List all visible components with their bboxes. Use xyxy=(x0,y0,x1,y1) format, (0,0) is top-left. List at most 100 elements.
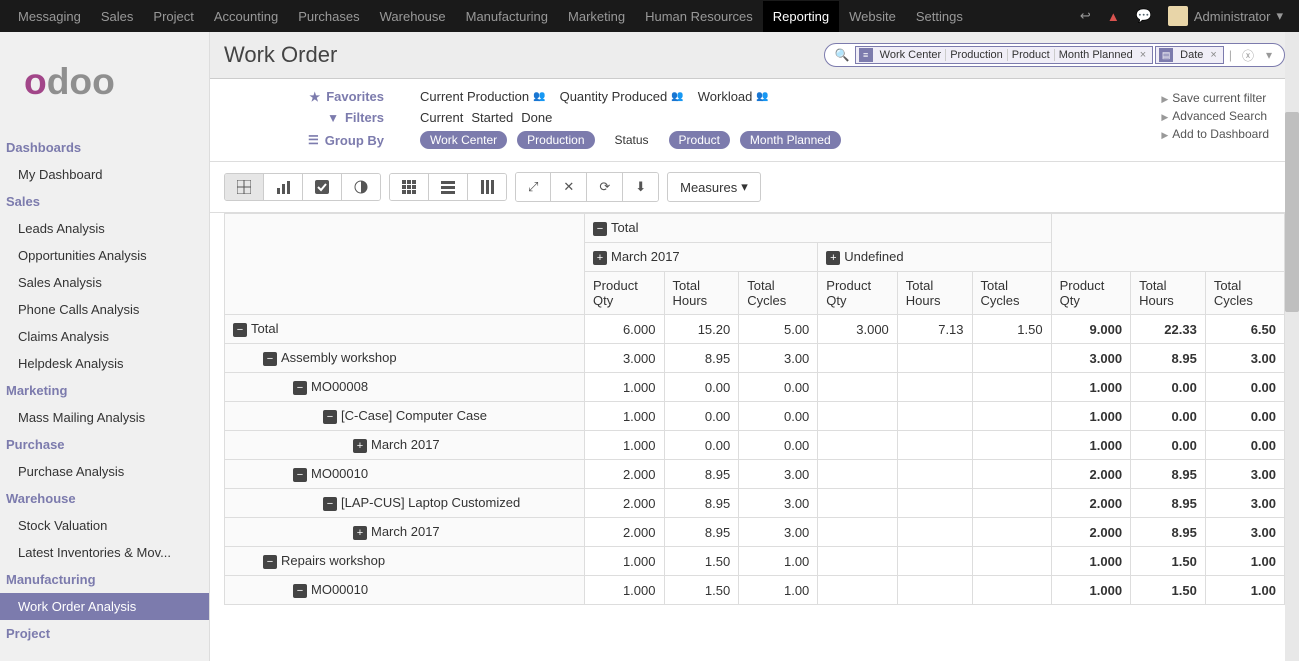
download-button[interactable]: ⬇ xyxy=(623,173,658,201)
sidebar-item[interactable]: Opportunities Analysis xyxy=(0,242,209,269)
top-menu-sales[interactable]: Sales xyxy=(91,1,144,32)
panel-action[interactable]: ▶Save current filter xyxy=(1161,89,1269,107)
sidebar-section-dashboards[interactable]: Dashboards xyxy=(0,134,209,161)
layout-grid-button[interactable] xyxy=(390,174,429,200)
collapse-icon[interactable]: − xyxy=(263,555,277,569)
col-header[interactable]: Total xyxy=(611,220,638,235)
groupby-chip[interactable]: Work Center xyxy=(420,131,507,149)
sidebar-section-purchase[interactable]: Purchase xyxy=(0,431,209,458)
top-menu-reporting[interactable]: Reporting xyxy=(763,1,839,32)
row-header[interactable]: −[LAP-CUS] Laptop Customized xyxy=(225,489,585,518)
collapse-icon[interactable]: − xyxy=(293,584,307,598)
row-header[interactable]: −MO00010 xyxy=(225,576,585,605)
metric-header[interactable]: Total Cycles xyxy=(1205,272,1284,315)
top-menu-warehouse[interactable]: Warehouse xyxy=(370,1,456,32)
remove-facet-icon[interactable]: × xyxy=(1207,49,1219,61)
collapse-icon[interactable]: − xyxy=(293,468,307,482)
search-more-icon[interactable]: ▾ xyxy=(1260,48,1278,62)
sidebar-section-manufacturing[interactable]: Manufacturing xyxy=(0,566,209,593)
groupby-chip[interactable]: Status xyxy=(605,131,659,149)
groupby-chip[interactable]: Month Planned xyxy=(740,131,841,149)
search-facet-filter[interactable]: ▤ Date × xyxy=(1155,46,1224,64)
chat-icon[interactable]: 💬 xyxy=(1128,8,1160,24)
collapse-icon[interactable]: − xyxy=(293,381,307,395)
metric-header[interactable]: Total Hours xyxy=(664,272,739,315)
remove-facet-icon[interactable]: × xyxy=(1137,49,1149,61)
top-menu-purchases[interactable]: Purchases xyxy=(288,1,369,32)
row-header[interactable]: −MO00010 xyxy=(225,460,585,489)
sidebar-item[interactable]: Claims Analysis xyxy=(0,323,209,350)
logout-icon[interactable]: ↩ xyxy=(1072,8,1099,24)
expand-button[interactable]: ⤢ xyxy=(516,173,551,201)
scrollbar-thumb[interactable] xyxy=(1285,112,1299,312)
collapse-icon[interactable]: − xyxy=(323,410,337,424)
layout-cols-button[interactable] xyxy=(468,174,506,200)
col-header[interactable]: Undefined xyxy=(844,249,903,264)
expand-icon[interactable]: + xyxy=(353,439,367,453)
sidebar-section-project[interactable]: Project xyxy=(0,620,209,647)
favorite-item[interactable]: Quantity Produced 👥 xyxy=(560,89,684,104)
top-menu-marketing[interactable]: Marketing xyxy=(558,1,635,32)
row-header[interactable]: +March 2017 xyxy=(225,518,585,547)
sidebar-item[interactable]: Mass Mailing Analysis xyxy=(0,404,209,431)
metric-header[interactable]: Product Qty xyxy=(585,272,665,315)
metric-header[interactable]: Total Hours xyxy=(897,272,972,315)
search-view[interactable]: 🔍 ≡ Work CenterProductionProductMonth Pl… xyxy=(824,43,1285,67)
top-menu-human-resources[interactable]: Human Resources xyxy=(635,1,763,32)
sidebar-section-marketing[interactable]: Marketing xyxy=(0,377,209,404)
sidebar-item[interactable]: My Dashboard xyxy=(0,161,209,188)
sidebar-item[interactable]: Helpdesk Analysis xyxy=(0,350,209,377)
refresh-button[interactable]: ⟳ xyxy=(587,173,623,201)
swap-button[interactable]: ✕ xyxy=(551,173,587,201)
filter-item[interactable]: Done xyxy=(521,110,552,125)
view-bar-button[interactable] xyxy=(264,174,303,200)
panel-action[interactable]: ▶Add to Dashboard xyxy=(1161,125,1269,143)
top-menu-project[interactable]: Project xyxy=(143,1,203,32)
sidebar-item[interactable]: Stock Valuation xyxy=(0,512,209,539)
top-menu-accounting[interactable]: Accounting xyxy=(204,1,288,32)
metric-header[interactable]: Product Qty xyxy=(1051,272,1131,315)
sidebar-item[interactable]: Sales Analysis xyxy=(0,269,209,296)
clear-search-icon[interactable]: ⓧ xyxy=(1236,47,1260,64)
expand-icon[interactable]: + xyxy=(353,526,367,540)
groupby-chip[interactable]: Product xyxy=(669,131,730,149)
row-header[interactable]: −Assembly workshop xyxy=(225,344,585,373)
collapse-icon[interactable]: − xyxy=(263,352,277,366)
metric-header[interactable]: Product Qty xyxy=(818,272,898,315)
layout-rows-button[interactable] xyxy=(429,174,468,200)
row-header[interactable]: −Repairs workshop xyxy=(225,547,585,576)
sidebar-item[interactable]: Leads Analysis xyxy=(0,215,209,242)
top-menu-website[interactable]: Website xyxy=(839,1,906,32)
metric-header[interactable]: Total Cycles xyxy=(972,272,1051,315)
user-menu[interactable]: Administrator ▾ xyxy=(1160,6,1291,26)
view-table-button[interactable] xyxy=(225,174,264,200)
sidebar-item[interactable]: Purchase Analysis xyxy=(0,458,209,485)
filter-item[interactable]: Current xyxy=(420,110,463,125)
favorite-item[interactable]: Current Production 👥 xyxy=(420,89,546,104)
sidebar-item[interactable]: Phone Calls Analysis xyxy=(0,296,209,323)
collapse-icon[interactable]: − xyxy=(593,222,607,236)
view-check-button[interactable] xyxy=(303,174,342,200)
row-header[interactable]: −[C-Case] Computer Case xyxy=(225,402,585,431)
sidebar-item[interactable]: Work Order Analysis xyxy=(0,593,209,620)
favorite-item[interactable]: Workload 👥 xyxy=(698,89,769,104)
row-header[interactable]: +March 2017 xyxy=(225,431,585,460)
search-facet-groupby[interactable]: ≡ Work CenterProductionProductMonth Plan… xyxy=(855,46,1154,64)
col-header[interactable]: March 2017 xyxy=(611,249,680,264)
expand-icon[interactable]: + xyxy=(826,251,840,265)
metric-header[interactable]: Total Cycles xyxy=(739,272,818,315)
view-contrast-button[interactable] xyxy=(342,174,380,200)
collapse-icon[interactable]: − xyxy=(323,497,337,511)
expand-icon[interactable]: + xyxy=(593,251,607,265)
warning-icon[interactable]: ▲ xyxy=(1099,9,1128,24)
metric-header[interactable]: Total Hours xyxy=(1131,272,1206,315)
top-menu-manufacturing[interactable]: Manufacturing xyxy=(456,1,558,32)
filter-item[interactable]: Started xyxy=(471,110,513,125)
sidebar-section-sales[interactable]: Sales xyxy=(0,188,209,215)
measures-button[interactable]: Measures▾ xyxy=(667,172,761,202)
sidebar-section-warehouse[interactable]: Warehouse xyxy=(0,485,209,512)
sidebar-item[interactable]: Latest Inventories & Mov... xyxy=(0,539,209,566)
panel-action[interactable]: ▶Advanced Search xyxy=(1161,107,1269,125)
groupby-chip[interactable]: Production xyxy=(517,131,594,149)
top-menu-settings[interactable]: Settings xyxy=(906,1,973,32)
